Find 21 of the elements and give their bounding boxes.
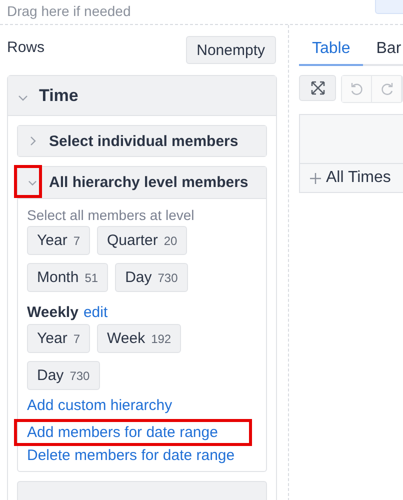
row-header-cell[interactable]: All Times	[300, 164, 403, 192]
dimension-header[interactable]: Time	[8, 76, 276, 116]
action-link[interactable]: Delete members for date range	[27, 447, 235, 464]
action-link[interactable]: Add members for date range	[27, 424, 218, 441]
hierarchy-name: Weekly	[27, 304, 78, 321]
level-caption: Select all members at level	[27, 207, 196, 223]
action-link[interactable]: Add custom hierarchy	[27, 397, 172, 414]
level-button[interactable]: Day 730	[115, 263, 188, 292]
level-button[interactable]: Day 730	[27, 361, 100, 390]
level-button[interactable]: Quarter 20	[97, 226, 188, 255]
section-header[interactable]: Select individual members	[18, 126, 266, 156]
edit-link[interactable]: edit	[83, 304, 108, 321]
nonempty-button[interactable]: Nonempty	[186, 36, 276, 64]
drop-hint: Drag here if needed	[7, 3, 131, 19]
view-tab[interactable]: Bar	[363, 37, 403, 66]
level-button[interactable]: Month 51	[27, 263, 108, 292]
view-tab[interactable]: Table	[299, 37, 364, 66]
level-button[interactable]: Year 7	[27, 324, 90, 353]
rows-label: Rows	[7, 39, 45, 56]
level-button[interactable]: Week 192	[97, 324, 182, 353]
level-button[interactable]: Year 7	[27, 226, 90, 255]
